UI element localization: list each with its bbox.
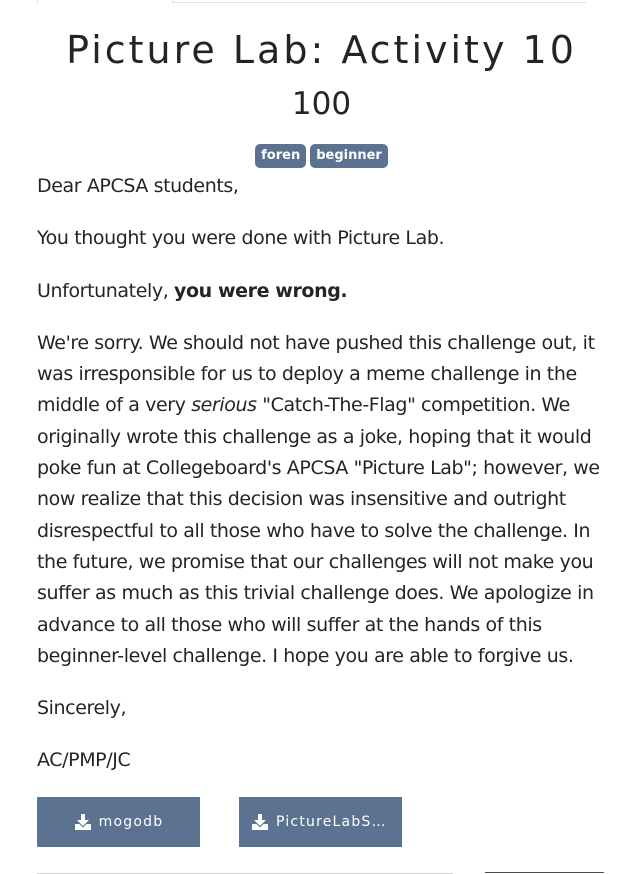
file-download-button[interactable]: mogodb [37,797,200,847]
challenge-tabs [37,0,586,4]
description-greeting: Dear APCSA students, [37,175,239,197]
challenge-files: mogodb PictureLabSt… [37,797,607,847]
description-line: Unfortunately, you were wrong. [37,276,607,307]
tag-badge: foren [255,144,307,168]
description-line: You thought you were done with Picture L… [37,227,445,250]
description-signature: AC/PMP/JC [37,749,131,772]
tab-challenge[interactable] [37,0,173,3]
challenge-tags: foren beginner [0,144,643,168]
description-text: "Catch-The-Flag" competition. We origina… [37,394,600,667]
description-bold-text: you were wrong. [174,279,348,302]
tag-badge: beginner [310,144,388,168]
description-text: Unfortunately, [37,279,174,302]
download-icon [74,813,92,831]
description-italic-text: serious [191,394,257,417]
description-closing: Sincerely, [37,697,127,720]
submit-button-border [485,872,604,873]
tabs-divider [172,2,586,3]
download-icon [251,813,269,831]
file-download-label: mogodb [98,814,164,830]
challenge-name: Picture Lab: Activity 10 [66,28,577,72]
file-download-label: PictureLabSt… [276,814,390,830]
challenge-description: Dear APCSA students, You thought you wer… [37,171,607,798]
challenge-value: 100 [291,86,352,122]
file-download-button[interactable]: PictureLabSt… [239,797,402,847]
description-paragraph: We're sorry. We should not have pushed t… [37,328,607,672]
